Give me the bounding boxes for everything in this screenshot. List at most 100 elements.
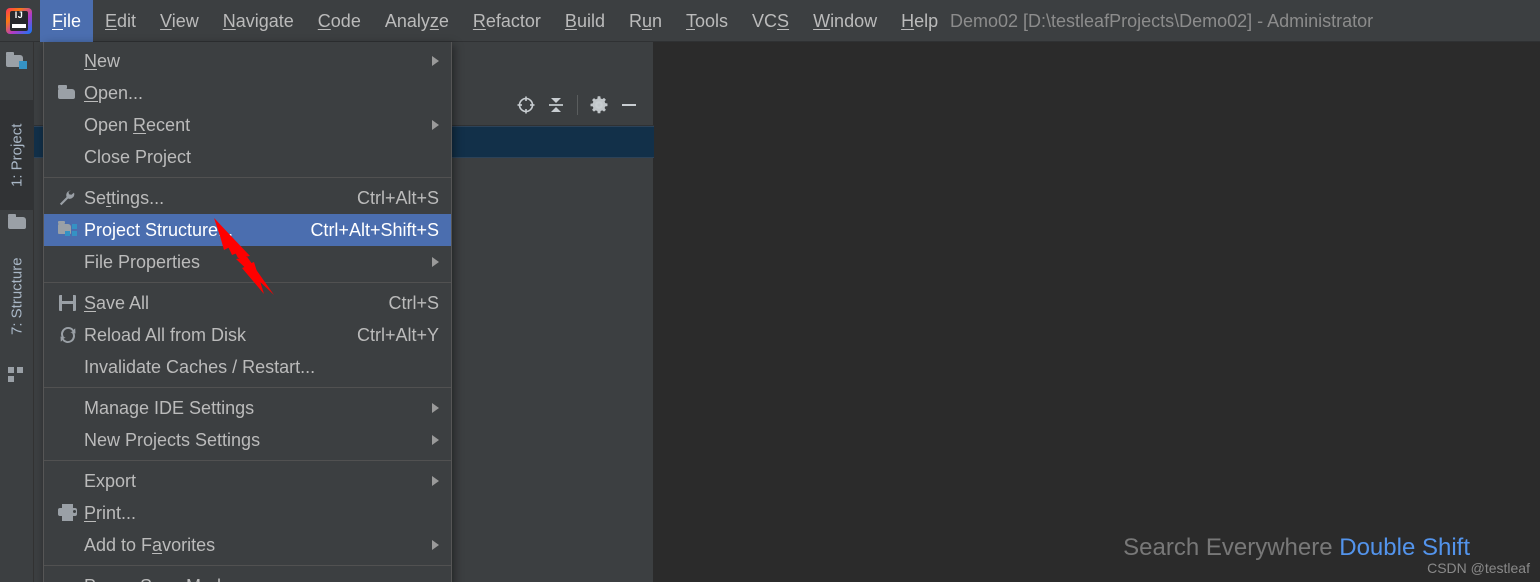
menu-bar-item-code[interactable]: Code bbox=[306, 0, 373, 42]
title-bar: IJ File Edit View Navigate Code Analyze Refact… bbox=[0, 0, 1540, 42]
menu-item-manage-ide-settings[interactable]: Manage IDE Settings bbox=[44, 392, 451, 424]
toolbar-divider bbox=[577, 94, 578, 115]
menu-item-shortcut: Ctrl+Alt+Y bbox=[356, 324, 439, 345]
menu-item-label: Export bbox=[84, 470, 137, 491]
editor-area: Search Everywhere Double Shift Go to Fil… bbox=[654, 42, 1540, 582]
save-icon bbox=[56, 294, 82, 312]
intellij-logo-text: IJ bbox=[14, 9, 24, 20]
menu-item-invalidate-caches-restart[interactable]: Invalidate Caches / Restart... bbox=[44, 351, 451, 383]
menu-separator bbox=[44, 387, 451, 388]
menu-separator bbox=[44, 565, 451, 566]
reload-icon bbox=[56, 326, 82, 344]
structure-icon bbox=[8, 367, 26, 383]
menu-bar-item-edit[interactable]: Edit bbox=[93, 0, 148, 42]
menu-item-print[interactable]: Print... bbox=[44, 497, 451, 529]
menu-item-label: Add to Favorites bbox=[84, 534, 216, 555]
menu-item-label: New Projects Settings bbox=[84, 429, 261, 450]
chevron-right-icon bbox=[432, 435, 439, 445]
menu-bar: File Edit View Navigate Code Analyze Refactor B… bbox=[40, 0, 950, 42]
minimize-icon[interactable] bbox=[614, 90, 644, 120]
menu-item-label: Project Structure... bbox=[84, 219, 234, 240]
menu-item-label: Save All bbox=[84, 292, 150, 313]
menu-bar-item-run[interactable]: Run bbox=[617, 0, 674, 42]
menu-bar-item-navigate[interactable]: Navigate bbox=[211, 0, 306, 42]
menu-item-label: File Properties bbox=[84, 251, 201, 272]
project-window-icon[interactable] bbox=[6, 52, 28, 72]
print-icon bbox=[56, 504, 82, 522]
menu-item-settings[interactable]: Settings... Ctrl+Alt+S bbox=[44, 182, 451, 214]
menu-separator bbox=[44, 282, 451, 283]
menu-item-label: Open Recent bbox=[84, 114, 191, 135]
chevron-right-icon bbox=[432, 120, 439, 130]
menu-item-new-projects-settings[interactable]: New Projects Settings bbox=[44, 424, 451, 456]
menu-separator bbox=[44, 177, 451, 178]
menu-item-label: Invalidate Caches / Restart... bbox=[84, 356, 316, 377]
chevron-right-icon bbox=[432, 403, 439, 413]
menu-item-power-save-mode[interactable]: Power Save Mode bbox=[44, 570, 451, 582]
menu-item-label: Reload All from Disk bbox=[84, 324, 247, 345]
chevron-right-icon bbox=[432, 56, 439, 66]
hint-search-everywhere-key: Double Shift bbox=[1339, 534, 1470, 561]
menu-bar-item-help[interactable]: Help bbox=[889, 0, 950, 42]
menu-separator bbox=[44, 460, 451, 461]
menu-item-icon-placeholder bbox=[56, 253, 82, 271]
menu-item-label: Settings... bbox=[84, 187, 165, 208]
gear-icon[interactable] bbox=[584, 90, 614, 120]
menu-item-icon-placeholder bbox=[56, 52, 82, 70]
watermark: CSDN @testleaf bbox=[1427, 560, 1530, 576]
menu-item-reload-all-from-disk[interactable]: Reload All from Disk Ctrl+Alt+Y bbox=[44, 319, 451, 351]
menu-item-label: Manage IDE Settings bbox=[84, 397, 255, 418]
menu-bar-item-tools[interactable]: Tools bbox=[674, 0, 740, 42]
menu-item-label: New bbox=[84, 50, 121, 71]
menu-item-label: Open... bbox=[84, 82, 144, 103]
menu-item-open-recent[interactable]: Open Recent bbox=[44, 109, 451, 141]
folder-icon bbox=[8, 214, 26, 230]
menu-item-new[interactable]: New bbox=[44, 45, 451, 77]
sidebar-item-project[interactable]: 1: Project bbox=[0, 100, 34, 210]
file-menu-dropdown: New Open... Open Recent Close Project Settin… bbox=[43, 42, 452, 582]
menu-item-icon-placeholder bbox=[56, 431, 82, 449]
menu-item-shortcut: Ctrl+Alt+S bbox=[356, 187, 439, 208]
menu-item-close-project[interactable]: Close Project bbox=[44, 141, 451, 173]
menu-bar-item-build[interactable]: Build bbox=[553, 0, 617, 42]
window-title: Demo02 [D:\testleafProjects\Demo02] - Ad… bbox=[950, 11, 1374, 31]
hint-search-everywhere-label: Search Everywhere bbox=[1123, 534, 1333, 561]
left-tool-strip: 1: Project 7: Structure bbox=[0, 42, 34, 582]
menu-bar-item-refactor[interactable]: Refactor bbox=[461, 0, 553, 42]
folder-icon bbox=[56, 84, 82, 102]
menu-item-shortcut: Ctrl+Alt+Shift+S bbox=[310, 219, 439, 240]
menu-item-icon-placeholder bbox=[56, 148, 82, 166]
menu-item-icon-placeholder bbox=[56, 116, 82, 134]
chevron-right-icon bbox=[432, 540, 439, 550]
menu-item-shortcut: Ctrl+S bbox=[388, 292, 439, 313]
menu-bar-item-file[interactable]: File bbox=[40, 0, 94, 42]
menu-item-label: Power Save Mode bbox=[84, 576, 439, 582]
menu-item-icon-placeholder bbox=[56, 577, 82, 582]
menu-bar-item-vcs[interactable]: VCS bbox=[740, 0, 801, 42]
sidebar-item-structure-label: 7: Structure bbox=[8, 257, 26, 335]
menu-item-save-all[interactable]: Save All Ctrl+S bbox=[44, 287, 451, 319]
locate-icon[interactable] bbox=[511, 90, 541, 120]
menu-item-icon-placeholder bbox=[56, 472, 82, 490]
chevron-right-icon bbox=[432, 257, 439, 267]
menu-item-label: Close Project bbox=[84, 146, 192, 167]
menu-item-icon-placeholder bbox=[56, 358, 82, 376]
menu-item-add-to-favorites[interactable]: Add to Favorites bbox=[44, 529, 451, 561]
menu-bar-item-analyze[interactable]: Analyze bbox=[373, 0, 461, 42]
menu-item-export[interactable]: Export bbox=[44, 465, 451, 497]
menu-item-project-structure[interactable]: Project Structure... Ctrl+Alt+Shift+S bbox=[44, 214, 451, 246]
menu-item-open[interactable]: Open... bbox=[44, 77, 451, 109]
collapse-all-icon[interactable] bbox=[541, 90, 571, 120]
sidebar-item-project-label: 1: Project bbox=[8, 123, 26, 187]
menu-bar-item-view[interactable]: View bbox=[148, 0, 211, 42]
hint-search-everywhere: Search Everywhere Double Shift bbox=[1123, 534, 1470, 562]
menu-item-icon-placeholder bbox=[56, 399, 82, 417]
intellij-idea-window: Search Everywhere Double Shift Go to Fil… bbox=[0, 0, 1540, 582]
sidebar-item-structure[interactable]: 7: Structure bbox=[0, 232, 34, 360]
menu-item-file-properties[interactable]: File Properties bbox=[44, 246, 451, 278]
intellij-logo-icon: IJ bbox=[6, 7, 32, 34]
wrench-icon bbox=[56, 189, 82, 207]
project-structure-icon bbox=[56, 221, 82, 239]
menu-bar-item-window[interactable]: Window bbox=[801, 0, 889, 42]
menu-item-label: Print... bbox=[84, 502, 137, 523]
